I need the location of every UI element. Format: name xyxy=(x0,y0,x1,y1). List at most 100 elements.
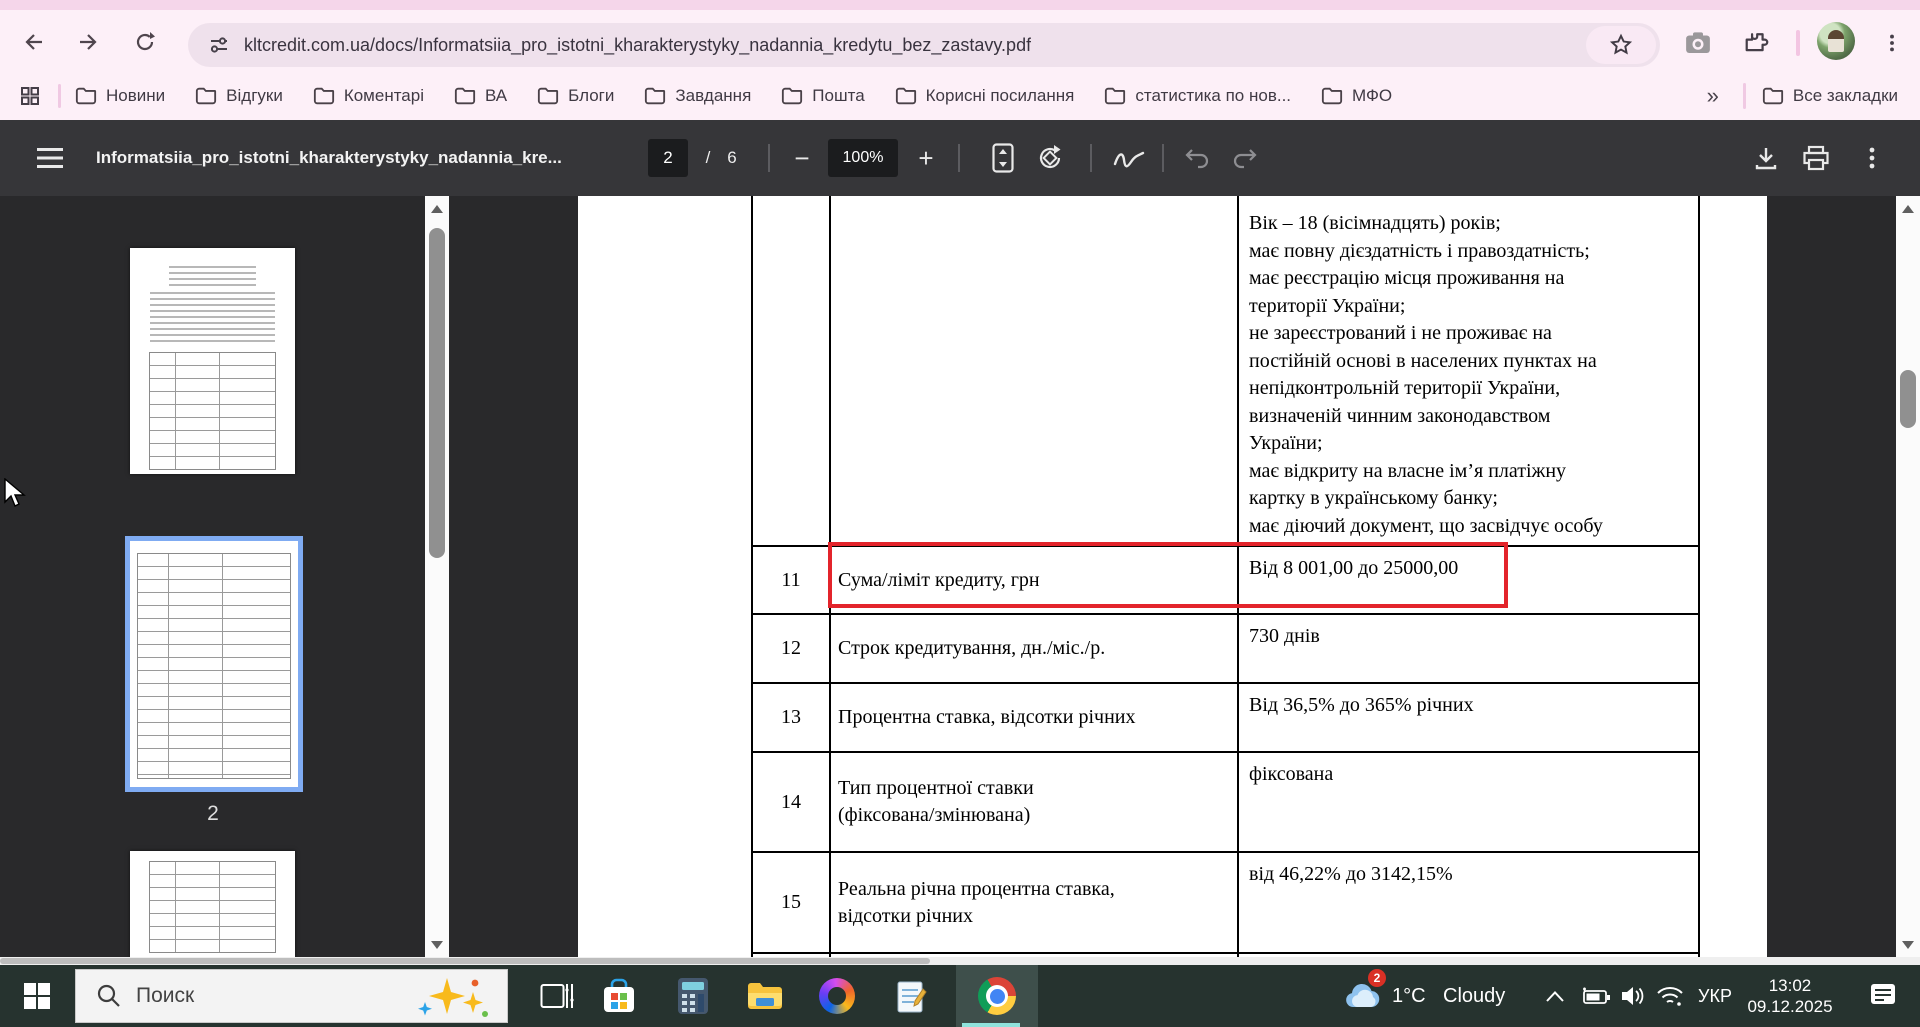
download-button[interactable] xyxy=(1746,120,1786,196)
network-button[interactable] xyxy=(1650,965,1690,1027)
weather-button[interactable]: 2 xyxy=(1340,965,1386,1027)
tray-expand-button[interactable] xyxy=(1538,965,1572,1027)
row-value: Від 36,5% до 365% річних xyxy=(1237,684,1698,751)
profile-avatar[interactable] xyxy=(1817,22,1855,60)
start-button[interactable] xyxy=(2,965,72,1027)
table-row: Вік – 18 (вісімнадцять) років; має повну… xyxy=(753,196,1698,545)
folder-icon xyxy=(75,86,97,106)
toolbar-divider xyxy=(1090,144,1092,172)
bookmarks-overflow-button[interactable]: » xyxy=(1699,83,1727,109)
all-bookmarks-label: Все закладки xyxy=(1793,86,1898,106)
notification-center-button[interactable] xyxy=(1864,965,1904,1027)
horizontal-scrollbar-thumb[interactable] xyxy=(0,958,930,964)
weather-temp[interactable]: 1°C xyxy=(1392,965,1426,1027)
row-number: 13 xyxy=(753,684,829,751)
table-row: 14 Тип процентної ставки (фіксована/змін… xyxy=(753,751,1698,851)
bookmark-folder-korysni[interactable]: Корисні посилання xyxy=(895,86,1075,106)
scroll-down-arrow[interactable] xyxy=(425,932,449,958)
url-text[interactable]: kltcredit.com.ua/docs/Informatsiia_pro_i… xyxy=(244,35,1031,56)
file-explorer-button[interactable] xyxy=(730,965,800,1027)
bookmark-folder-vidhuky[interactable]: Відгуки xyxy=(195,86,283,106)
bookmark-star-button[interactable] xyxy=(1586,26,1656,64)
bookmark-folder-mfo[interactable]: МФО xyxy=(1321,86,1392,106)
chrome-button-active[interactable] xyxy=(956,965,1038,1027)
bookmark-folder-statystyka[interactable]: статистика по нов... xyxy=(1104,86,1291,106)
rotate-button[interactable] xyxy=(1030,120,1070,196)
bookmark-folder-novyny[interactable]: Новини xyxy=(75,86,165,106)
kebab-menu-icon xyxy=(1881,32,1903,54)
copilot-icon xyxy=(819,978,855,1014)
back-button[interactable] xyxy=(16,25,50,59)
thumbnail-table xyxy=(137,553,292,779)
notepad-button[interactable] xyxy=(876,965,946,1027)
page-scrollbar-thumb[interactable] xyxy=(1900,370,1916,428)
forward-button[interactable] xyxy=(72,25,106,59)
annotate-button[interactable] xyxy=(1108,120,1150,196)
extensions-button[interactable] xyxy=(1737,25,1773,61)
wifi-icon xyxy=(1656,985,1684,1007)
sidebar-scrollbar-thumb[interactable] xyxy=(429,228,445,558)
page-thumbnail-3[interactable] xyxy=(130,851,295,958)
language-indicator[interactable]: УКР xyxy=(1692,965,1738,1027)
microsoft-store-icon xyxy=(601,978,637,1014)
calculator-button[interactable] xyxy=(658,965,728,1027)
undo-button[interactable] xyxy=(1178,120,1216,196)
fit-page-button[interactable] xyxy=(984,120,1022,196)
scroll-up-arrow[interactable] xyxy=(1896,196,1920,222)
bookmark-folder-blohy[interactable]: Блоги xyxy=(537,86,614,106)
folder-icon xyxy=(1321,86,1343,106)
print-button[interactable] xyxy=(1796,120,1836,196)
chrome-icon xyxy=(978,977,1016,1015)
page-separator: / xyxy=(698,120,718,196)
clock[interactable]: 13:02 09.12.2025 xyxy=(1740,965,1840,1027)
task-view-button[interactable] xyxy=(522,965,592,1027)
page-number-input[interactable]: 2 xyxy=(648,120,688,196)
bookmark-folder-zavdannia[interactable]: Завдання xyxy=(644,86,751,106)
battery-button[interactable] xyxy=(1576,965,1614,1027)
hamburger-icon xyxy=(37,147,63,169)
scroll-down-arrow[interactable] xyxy=(1896,932,1920,958)
horizontal-scrollbar[interactable] xyxy=(0,957,1920,965)
toolbar-divider xyxy=(768,144,770,172)
row-number: 12 xyxy=(753,615,829,682)
bookmark-folder-va[interactable]: ВА xyxy=(454,86,507,106)
download-icon xyxy=(1753,145,1779,171)
page-thumbnail-2-selected[interactable] xyxy=(125,536,303,792)
time: 13:02 xyxy=(1769,975,1812,996)
url-bar[interactable]: kltcredit.com.ua/docs/Informatsiia_pro_i… xyxy=(188,23,1660,67)
bookmark-folder-komentari[interactable]: Коментарі xyxy=(313,86,424,106)
zoom-level-input[interactable]: 100% xyxy=(828,120,898,196)
bookmarks-separator xyxy=(58,84,61,108)
site-settings-icon[interactable] xyxy=(208,34,230,56)
page-scrollbar[interactable] xyxy=(1896,196,1920,958)
thumbnail-2-label: 2 xyxy=(183,802,243,826)
copilot-button[interactable] xyxy=(802,965,872,1027)
search-icon xyxy=(96,983,122,1009)
page-thumbnail-1[interactable] xyxy=(130,248,295,474)
all-bookmarks-button[interactable]: Все закладки xyxy=(1762,86,1898,106)
redo-button[interactable] xyxy=(1226,120,1264,196)
pdf-menu-button[interactable] xyxy=(30,120,70,196)
zoom-in-button[interactable]: + xyxy=(910,120,942,196)
screenshot-button[interactable] xyxy=(1680,25,1716,61)
zoom-out-button[interactable]: − xyxy=(786,120,818,196)
scroll-up-arrow[interactable] xyxy=(425,196,449,222)
browser-menu-button[interactable] xyxy=(1874,25,1910,61)
page-total: 6 xyxy=(722,120,742,196)
table-row: 12 Строк кредитування, дн./міс./р. 730 д… xyxy=(753,613,1698,682)
reload-button[interactable] xyxy=(128,25,162,59)
bookmark-folder-poshta[interactable]: Пошта xyxy=(781,86,864,106)
sidebar-scrollbar[interactable] xyxy=(425,196,449,958)
forward-icon xyxy=(77,30,101,54)
folder-icon xyxy=(1104,86,1126,106)
pdf-more-button[interactable] xyxy=(1852,120,1892,196)
folder-icon xyxy=(454,86,476,106)
weather-condition[interactable]: Cloudy xyxy=(1443,965,1505,1027)
volume-button[interactable] xyxy=(1614,965,1652,1027)
apps-grid-button[interactable] xyxy=(18,84,42,108)
redo-icon xyxy=(1232,147,1258,169)
pdf-filename: Informatsiia_pro_istotni_kharakterystyky… xyxy=(96,120,562,196)
toolbar-separator xyxy=(1796,30,1800,56)
microsoft-store-button[interactable] xyxy=(584,965,654,1027)
taskbar-search-input[interactable]: Поиск xyxy=(75,969,508,1023)
